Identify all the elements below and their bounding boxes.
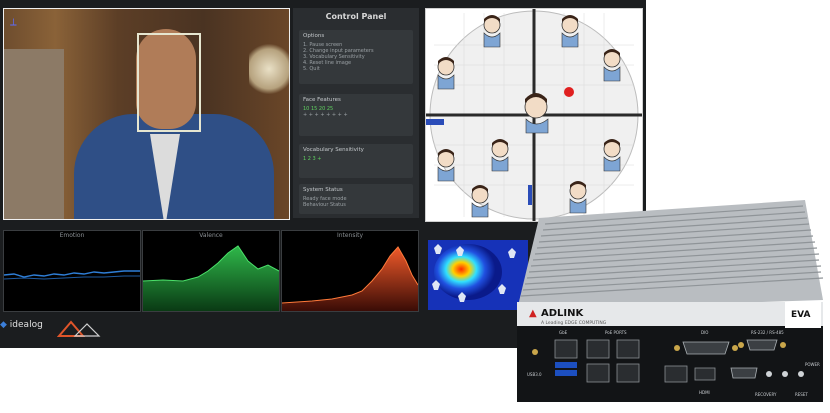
face-features-section: Face Features 10 15 20 25 + + + + + + + … [299,94,413,136]
idealog-logo: ◆ idealog [0,320,43,330]
device-brand: ADLINK [541,308,585,319]
valence-graph: Valence [142,230,280,312]
svg-text:HDMI: HDMI [699,390,710,395]
svg-text:RESET: RESET [795,392,808,397]
video-feed: ⟂ [3,8,290,220]
control-panel: Control Panel Options 1. Pause screen 2.… [293,8,419,218]
device-model: EVA [791,310,811,320]
svg-text:RS-232 / RS-485: RS-232 / RS-485 [751,330,784,335]
svg-text:PoE PORTS: PoE PORTS [605,330,627,335]
svg-text:USB3.0: USB3.0 [527,372,542,377]
option-item[interactable]: 5. Quit [303,66,409,72]
svg-text:DIO: DIO [701,330,708,335]
svg-text:POWER: POWER [805,362,820,367]
svg-text:GbE: GbE [559,330,568,335]
status-line: Behaviour Status [303,202,346,208]
intensity-graph-plot [282,246,418,311]
vocabulary-sensitivity-section: Vocabulary Sensitivity 1 2 3 + [299,144,413,178]
logo-text: idealog [9,320,43,330]
system-status-section: System Status Ready face mode Behaviour … [299,184,413,214]
attention-heatmap [428,240,528,310]
section-head: System Status [303,187,343,193]
valence-graph-plot [143,245,279,311]
intensity-graph: Intensity [281,230,419,312]
logo-mark: ◆ [0,320,7,330]
background-flowers [249,39,289,99]
background-mantel [4,49,64,219]
device-tagline: A Leading EDGE COMPUTING [541,320,607,326]
adlink-eva-device: ▲ ADLINK A Leading EDGE COMPUTING EVA Gb… [515,190,825,405]
graph-label: Intensity [336,232,364,239]
feature-markers: + + + + + + + + [303,112,348,118]
svg-text:RECOVERY: RECOVERY [755,392,777,397]
device-graphic: ▲ ADLINK A Leading EDGE COMPUTING EVA Gb… [517,200,824,402]
control-panel-title: Control Panel [325,12,387,21]
adlink-software-logo [56,318,103,340]
emotion-graph-plot [4,270,140,280]
emotion-graph: Emotion [3,230,141,312]
section-head: Face Features [303,97,341,103]
svg-text:▲: ▲ [529,308,537,319]
section-head: Options [303,33,325,39]
face-detection-box [137,33,201,132]
axis-icon: ⟂ [10,17,17,28]
sensitivity-values[interactable]: 1 2 3 + [303,156,409,162]
options-section: Options 1. Pause screen 2. Change input … [299,30,413,84]
graph-label: Emotion [59,232,85,239]
graph-label: Valence [199,232,223,239]
section-head: Vocabulary Sensitivity [303,147,364,153]
